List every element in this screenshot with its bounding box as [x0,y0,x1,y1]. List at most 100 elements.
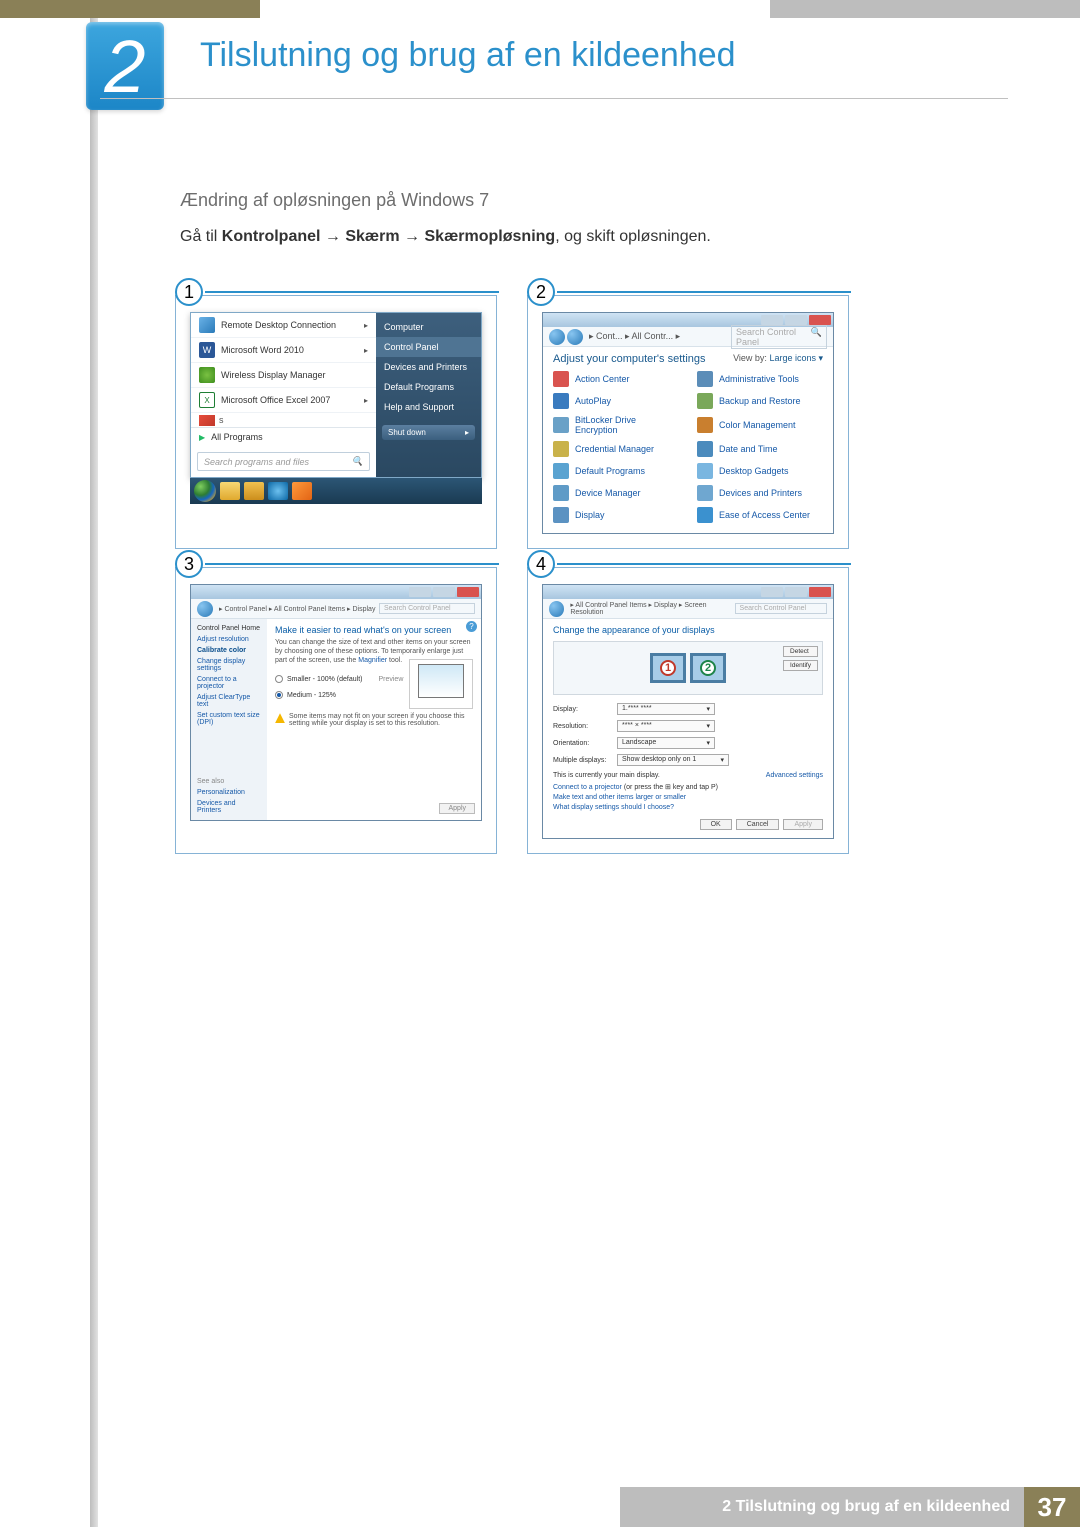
forward-button[interactable] [567,329,583,345]
start-item-rdp[interactable]: Remote Desktop Connection ▸ [191,313,376,338]
nav-bar: ▸ All Control Panel Items ▸ Display ▸ Sc… [543,599,833,619]
start-search-input[interactable]: Search programs and files 🔍 [197,452,370,471]
display-select[interactable]: 1.**** ****▾ [617,703,715,715]
sidebar-link[interactable]: Devices and Printers [197,800,261,814]
monitor-1[interactable]: 1 [650,653,686,683]
search-icon: 🔍 [811,327,822,347]
detect-button[interactable]: Detect [783,646,818,657]
maximize-button[interactable] [785,587,807,597]
screenshot-4: 4 ▸ All Control Panel Items ▸ Display ▸ … [527,567,849,854]
taskbar-folder-icon[interactable] [244,482,264,500]
cp-item-administrative-tools[interactable]: Administrative Tools [697,371,823,387]
apply-button[interactable]: Apply [783,819,823,830]
chevron-down-icon: ▾ [706,739,710,747]
screenshot-1: 1 Remote Desktop Connection ▸ W Microsof… [175,295,497,549]
connect-projector-link[interactable]: Connect to a projector [553,784,622,791]
step-number-3: 3 [175,550,203,578]
cp-item-display[interactable]: Display [553,507,679,523]
taskbar-explorer-icon[interactable] [220,482,240,500]
maximize-button[interactable] [785,315,807,325]
sidebar-link[interactable]: Set custom text size (DPI) [197,712,261,726]
all-programs[interactable]: ▶ All Programs [191,427,376,446]
generic-app-icon [199,415,215,426]
cp-item-date-and-time[interactable]: Date and Time [697,441,823,457]
taskbar-media-icon[interactable] [292,482,312,500]
start-right-computer[interactable]: Computer [376,317,481,337]
shutdown-button[interactable]: Shut down ▸ [382,425,475,440]
minimize-button[interactable] [761,587,783,597]
display-help-link[interactable]: What display settings should I choose? [553,804,823,811]
sidebar-link[interactable]: Change display settings [197,658,261,672]
start-item-blank[interactable]: s [191,413,376,427]
minimize-button[interactable] [409,587,431,597]
cp-item-autoplay[interactable]: AutoPlay [553,393,679,409]
start-item-excel[interactable]: X Microsoft Office Excel 2007 ▸ [191,388,376,413]
page-number: 37 [1024,1487,1080,1527]
ease-icon [697,507,713,523]
screenshot-3: 3 ▸ Control Panel ▸ All Control Panel It… [175,567,497,854]
chevron-down-icon: ▾ [706,705,710,713]
cancel-button[interactable]: Cancel [736,819,780,830]
maximize-button[interactable] [433,587,455,597]
identify-button[interactable]: Identify [783,660,818,671]
start-item-word[interactable]: W Microsoft Word 2010 ▸ [191,338,376,363]
orientation-label: Orientation: [553,740,617,747]
help-icon[interactable]: ? [466,621,477,632]
close-button[interactable] [457,587,479,597]
start-right-defaults[interactable]: Default Programs [376,377,481,397]
sidebar-link[interactable]: Adjust ClearType text [197,694,261,708]
cp-item-default-programs[interactable]: Default Programs [553,463,679,479]
cp-item-device-manager[interactable]: Device Manager [553,485,679,501]
warning-icon [275,713,285,723]
orientation-select[interactable]: Landscape▾ [617,737,715,749]
breadcrumb[interactable]: ▸ Control Panel ▸ All Control Panel Item… [219,605,375,613]
chapter-number-badge: 2 [86,22,164,110]
instruction-text: Gå til Kontrolpanel → Skærm → Skærmopløs… [180,225,1008,249]
sidebar-link[interactable]: Adjust resolution [197,636,261,643]
back-button[interactable] [549,601,564,617]
breadcrumb[interactable]: ▸ All Control Panel Items ▸ Display ▸ Sc… [570,601,734,616]
breadcrumb[interactable]: ▸ Cont... ▸ All Contr... ▸ [589,331,680,342]
cp-item-devices-and-printers[interactable]: Devices and Printers [697,485,823,501]
sidebar-link-calibrate[interactable]: Calibrate color [197,647,261,654]
start-right-control-panel[interactable]: Control Panel [376,337,481,357]
multiple-displays-select[interactable]: Show desktop only on 1▾ [617,754,729,766]
start-right-devices[interactable]: Devices and Printers [376,357,481,377]
close-button[interactable] [809,315,831,325]
cp-item-bitlocker-drive-encryption[interactable]: BitLocker Drive Encryption [553,415,679,435]
resolution-select[interactable]: **** × ****▾ [617,720,715,732]
cp-item-backup-and-restore[interactable]: Backup and Restore [697,393,823,409]
back-button[interactable] [197,601,213,617]
sidebar-home[interactable]: Control Panel Home [197,625,261,632]
chevron-right-icon: ▸ [465,428,469,437]
start-orb-icon[interactable] [194,480,216,502]
view-by-dropdown[interactable]: View by: Large icons ▾ [733,353,823,365]
search-input[interactable]: Search Control Panel [379,603,475,614]
apply-button[interactable]: Apply [439,803,475,814]
start-right-help[interactable]: Help and Support [376,397,481,417]
advanced-settings-link[interactable]: Advanced settings [766,772,823,779]
sidebar-link[interactable]: Connect to a projector [197,676,261,690]
search-input[interactable]: Search Control Panel 🔍 [731,325,827,349]
taskbar-ie-icon[interactable] [268,482,288,500]
cp-item-color-management[interactable]: Color Management [697,415,823,435]
cp-item-desktop-gadgets[interactable]: Desktop Gadgets [697,463,823,479]
back-button[interactable] [549,329,565,345]
chevron-right-icon: ▸ [364,321,368,330]
resolution-window: ▸ All Control Panel Items ▸ Display ▸ Sc… [542,584,834,839]
ok-button[interactable]: OK [700,819,732,830]
close-button[interactable] [809,587,831,597]
monitor-2[interactable]: 2 [690,653,726,683]
start-item-wireless[interactable]: Wireless Display Manager [191,363,376,388]
taskbar [190,478,482,504]
minimize-button[interactable] [761,315,783,325]
footer-chapter-label: 2 Tilslutning og brug af en kildeenhed [640,1498,1024,1516]
sidebar-link[interactable]: Personalization [197,789,261,796]
cp-item-ease-of-access-center[interactable]: Ease of Access Center [697,507,823,523]
search-input[interactable]: Search Control Panel [735,603,827,614]
cp-item-credential-manager[interactable]: Credential Manager [553,441,679,457]
text-size-link[interactable]: Make text and other items larger or smal… [553,794,823,801]
magnifier-link[interactable]: Magnifier [358,657,387,664]
cp-item-action-center[interactable]: Action Center [553,371,679,387]
devices-icon [697,485,713,501]
